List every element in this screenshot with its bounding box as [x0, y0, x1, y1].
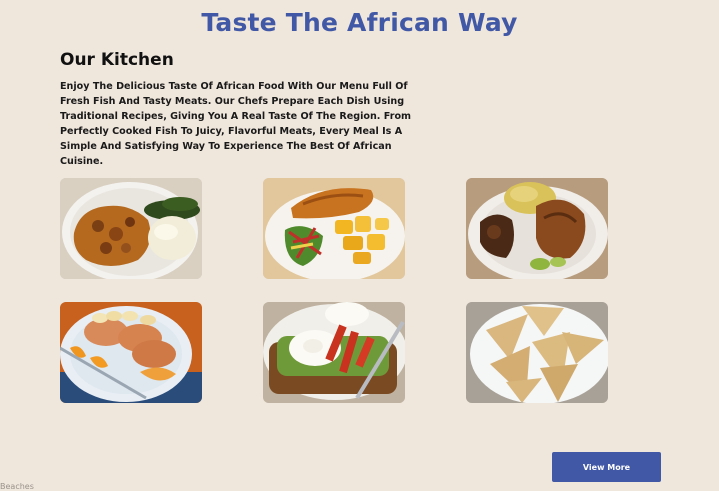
- stew-with-ugali-image: [60, 178, 202, 279]
- grilled-meat-with-mash-image: [466, 178, 608, 279]
- kitchen-description: Enjoy The Delicious Taste Of African Foo…: [60, 81, 412, 167]
- page-title: Taste The African Way: [201, 8, 518, 37]
- next-section-peek: Beaches: [0, 482, 34, 491]
- dish-photo-fried-fish: [263, 178, 405, 279]
- dish-photo-grilled-meat: [466, 178, 608, 279]
- section-heading: Our Kitchen: [60, 50, 174, 70]
- dish-photo-stew: [60, 178, 202, 279]
- samosas-image: [466, 302, 608, 403]
- view-more-button[interactable]: View More: [552, 452, 661, 482]
- dish-photo-eggs-toast: [263, 302, 405, 403]
- fried-fish-with-potatoes-image: [263, 178, 405, 279]
- dish-photo-samosas: [466, 302, 608, 403]
- pancakes-with-fruit-image: [60, 302, 202, 403]
- poached-eggs-on-toast-image: [263, 302, 405, 403]
- dish-photo-pancakes: [60, 302, 202, 403]
